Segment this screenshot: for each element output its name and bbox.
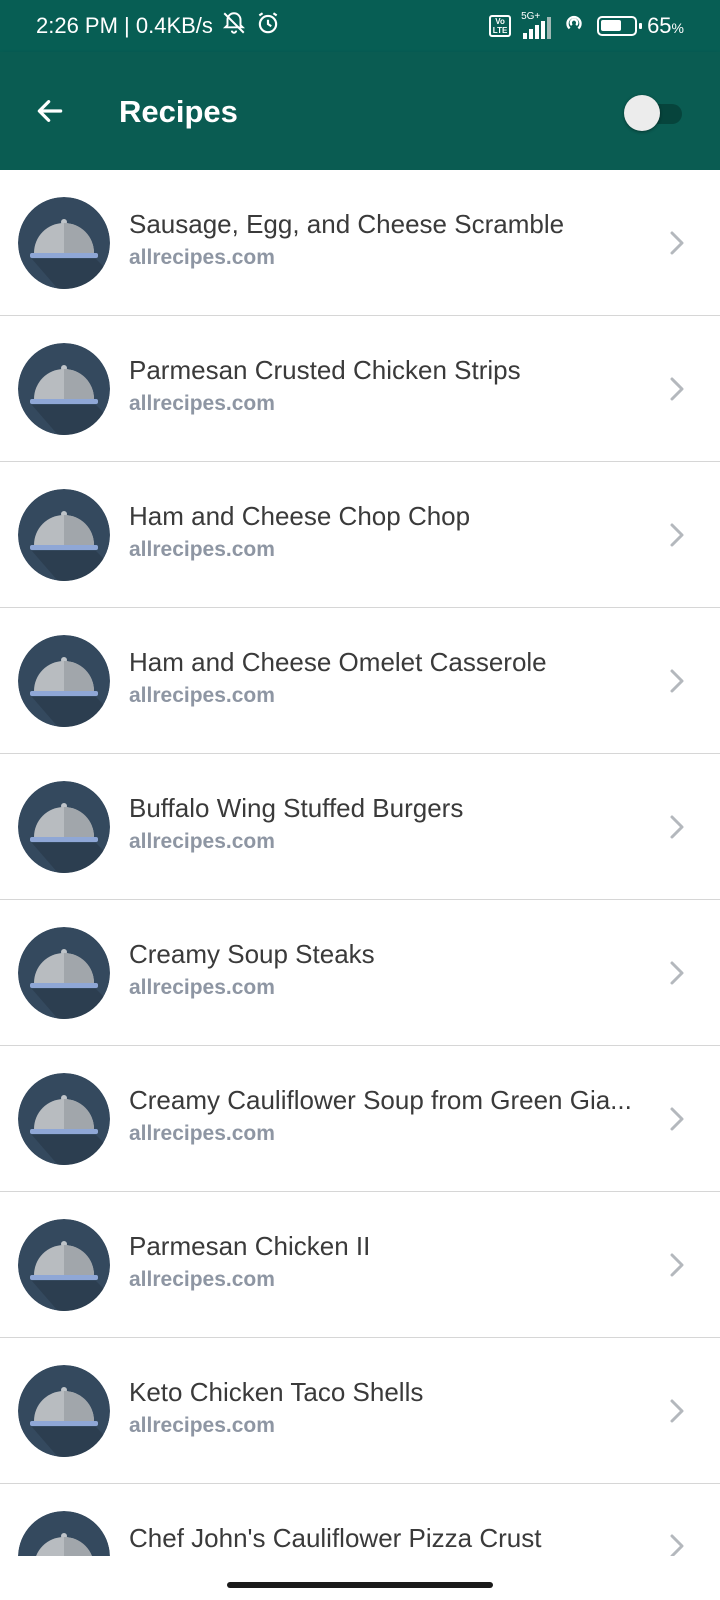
signal-icon: 5G+ — [521, 11, 552, 39]
recipe-title: Creamy Cauliflower Soup from Green Gia..… — [129, 1085, 632, 1115]
battery-percent: 65% — [647, 13, 684, 38]
recipe-row[interactable]: Chef John's Cauliflower Pizza Crust — [0, 1484, 720, 1556]
food-cloche-icon — [18, 781, 110, 873]
recipe-text: Keto Chicken Taco Shells allrecipes.com — [129, 1375, 659, 1441]
recipe-row[interactable]: Creamy Soup Steaks allrecipes.com — [0, 900, 720, 1046]
food-cloche-icon — [18, 1365, 110, 1457]
volte-icon: Vo LTE — [489, 15, 512, 37]
food-cloche-icon — [18, 927, 110, 1019]
recipe-row[interactable]: Sausage, Egg, and Cheese Scramble allrec… — [0, 170, 720, 316]
chevron-right-icon — [664, 519, 690, 551]
battery-icon — [597, 16, 643, 36]
food-cloche-icon — [18, 1511, 110, 1556]
source-toggle[interactable] — [624, 95, 686, 131]
chevron-right-icon — [664, 1395, 690, 1427]
food-cloche-icon — [18, 1073, 110, 1165]
recipe-text: Ham and Cheese Omelet Casserole allrecip… — [129, 645, 659, 711]
bell-off-icon — [221, 10, 247, 42]
recipe-title: Chef John's Cauliflower Pizza Crust — [129, 1523, 542, 1553]
back-button[interactable] — [30, 91, 70, 131]
status-time-speed: 2:26 PM | 0.4KB/s — [36, 13, 213, 38]
chevron-right-icon — [664, 1249, 690, 1281]
recipe-source: allrecipes.com — [129, 538, 275, 561]
recipe-title: Creamy Soup Steaks — [129, 939, 375, 969]
recipe-row[interactable]: Ham and Cheese Chop Chop allrecipes.com — [0, 462, 720, 608]
food-cloche-icon — [18, 635, 110, 727]
recipe-title: Parmesan Chicken II — [129, 1231, 371, 1261]
home-indicator[interactable] — [227, 1582, 493, 1588]
food-cloche-icon — [18, 197, 110, 289]
recipe-text: Parmesan Chicken II allrecipes.com — [129, 1229, 659, 1295]
chevron-right-icon — [664, 373, 690, 405]
recipe-row[interactable]: Keto Chicken Taco Shells allrecipes.com — [0, 1338, 720, 1484]
network-type-label: 5G+ — [521, 11, 541, 22]
app-bar: Recipes — [0, 52, 720, 170]
recipe-source: allrecipes.com — [129, 830, 275, 853]
recipe-title: Parmesan Crusted Chicken Strips — [129, 355, 521, 385]
recipe-text: Creamy Soup Steaks allrecipes.com — [129, 937, 659, 1003]
recipe-source: allrecipes.com — [129, 1268, 275, 1291]
recipe-source: allrecipes.com — [129, 1414, 275, 1437]
toggle-thumb — [624, 95, 660, 131]
status-right: Vo LTE 5G+ 65% — [489, 10, 684, 42]
recipe-row[interactable]: Creamy Cauliflower Soup from Green Gia..… — [0, 1046, 720, 1192]
recipe-source: allrecipes.com — [129, 246, 275, 269]
recipe-source: allrecipes.com — [129, 392, 275, 415]
food-cloche-icon — [18, 1219, 110, 1311]
recipe-text: Buffalo Wing Stuffed Burgers allrecipes.… — [129, 791, 659, 857]
recipe-text: Sausage, Egg, and Cheese Scramble allrec… — [129, 207, 659, 273]
chevron-right-icon — [664, 957, 690, 989]
arrow-left-icon — [37, 100, 63, 122]
chevron-right-icon — [664, 227, 690, 259]
food-cloche-icon — [18, 343, 110, 435]
recipe-list: Sausage, Egg, and Cheese Scramble allrec… — [0, 170, 720, 1556]
chevron-right-icon — [664, 811, 690, 843]
status-left: 2:26 PM | 0.4KB/s — [36, 10, 281, 42]
status-bar: 2:26 PM | 0.4KB/s Vo LTE 5G+ 65% — [0, 0, 720, 52]
chevron-right-icon — [664, 665, 690, 697]
recipe-text: Chef John's Cauliflower Pizza Crust — [129, 1521, 659, 1556]
recipe-row[interactable]: Parmesan Crusted Chicken Strips allrecip… — [0, 316, 720, 462]
page-title: Recipes — [119, 94, 238, 129]
recipe-title: Sausage, Egg, and Cheese Scramble — [129, 209, 565, 239]
chevron-right-icon — [664, 1103, 690, 1135]
recipe-text: Creamy Cauliflower Soup from Green Gia..… — [129, 1083, 659, 1149]
recipe-title: Ham and Cheese Omelet Casserole — [129, 647, 547, 677]
recipe-source: allrecipes.com — [129, 684, 275, 707]
food-cloche-icon — [18, 489, 110, 581]
recipe-text: Ham and Cheese Chop Chop allrecipes.com — [129, 499, 659, 565]
recipe-title: Ham and Cheese Chop Chop — [129, 501, 471, 531]
recipe-source: allrecipes.com — [129, 1122, 275, 1145]
recipe-row[interactable]: Buffalo Wing Stuffed Burgers allrecipes.… — [0, 754, 720, 900]
recipe-source: allrecipes.com — [129, 976, 275, 999]
recipe-title: Buffalo Wing Stuffed Burgers — [129, 793, 464, 823]
recipe-title: Keto Chicken Taco Shells — [129, 1377, 424, 1407]
chevron-right-icon — [664, 1530, 690, 1556]
recipe-text: Parmesan Crusted Chicken Strips allrecip… — [129, 353, 659, 419]
alarm-icon — [255, 10, 281, 42]
recipe-row[interactable]: Parmesan Chicken II allrecipes.com — [0, 1192, 720, 1338]
hotspot-icon — [561, 10, 587, 42]
recipe-row[interactable]: Ham and Cheese Omelet Casserole allrecip… — [0, 608, 720, 754]
